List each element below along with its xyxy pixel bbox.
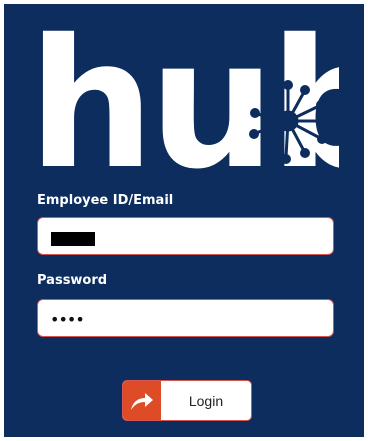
login-panel: hub Employee ID/Email Password •••• Logi… — [4, 4, 364, 437]
employee-id-field[interactable] — [37, 217, 334, 255]
password-field[interactable]: •••• — [37, 299, 334, 337]
hub-logo-text: hub — [34, 26, 339, 171]
login-button[interactable]: Login — [122, 380, 252, 421]
password-label: Password — [37, 273, 108, 288]
share-arrow-icon — [123, 381, 161, 420]
hub-logo: hub — [34, 26, 339, 171]
login-label: Login — [188, 392, 224, 409]
password-masked-value: •••• — [50, 310, 85, 329]
employee-id-label: Employee ID/Email — [37, 193, 174, 208]
redacted-value — [51, 232, 95, 246]
